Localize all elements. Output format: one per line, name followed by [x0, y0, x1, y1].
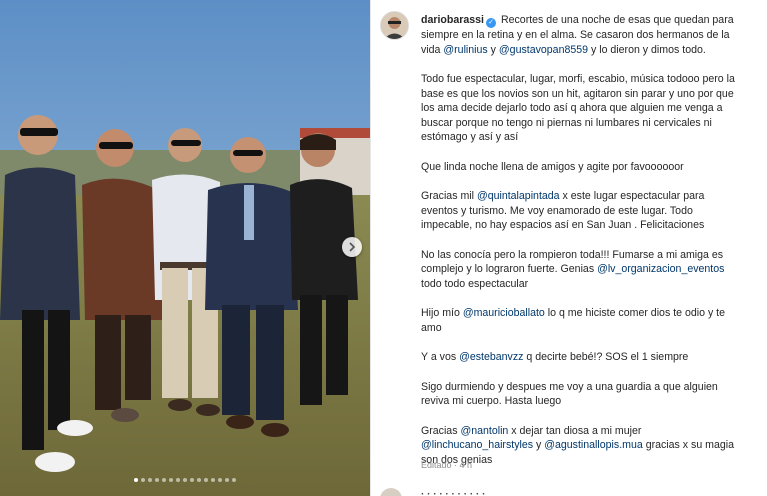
caption-paragraph-1: dariobarassi ✓ Recortes de una noche de e…	[421, 13, 736, 57]
caption-paragraph-4: Gracias mil @quintalapintada x este luga…	[421, 189, 736, 233]
mention-link[interactable]: @mauricioballato	[463, 307, 545, 319]
carousel-dot	[134, 478, 138, 482]
wedding-group-photo	[0, 0, 370, 496]
caption-text: y	[490, 43, 496, 56]
mention-link[interactable]: @quintalapintada	[477, 190, 560, 202]
carousel-dot	[176, 478, 180, 482]
carousel-dot	[211, 478, 215, 482]
carousel-dot	[218, 478, 222, 482]
avatar[interactable]	[380, 11, 409, 40]
mention-link[interactable]: @agustinallopis.mua	[544, 439, 643, 451]
caption-paragraph-2: Todo fue espectacular, lugar, morfi, esc…	[421, 73, 735, 143]
caption-text: x dejar tan diosa a mi mujer	[511, 424, 642, 437]
mention-link[interactable]: @linchucano_hairstyles	[421, 439, 533, 451]
mention-link[interactable]: @nantolin	[460, 425, 508, 437]
carousel-next-button[interactable]	[342, 237, 362, 257]
caption-paragraph-8: Sigo durmiendo y despues me voy a una gu…	[421, 380, 718, 408]
username-link[interactable]: dariobarassi	[421, 14, 484, 26]
caption-panel: dariobarassi ✓ Recortes de una noche de e…	[370, 0, 767, 496]
carousel-indicator	[0, 478, 370, 482]
caption-paragraph-6: Hijo mío @mauricioballato lo q me hicist…	[421, 306, 736, 335]
caption-text: y lo dieron y dimos todo.	[590, 43, 706, 56]
timestamp[interactable]: 4 h	[460, 460, 473, 470]
next-comment: · · · · · · · · · · ·	[380, 488, 760, 496]
post-meta: Editado · 4 h	[421, 460, 473, 470]
mention-link[interactable]: @lv_organizacion_eventos	[597, 263, 724, 275]
caption-paragraph-3: Que linda noche llena de amigos y agite …	[421, 160, 684, 173]
comment-text: · · · · · · · · · · ·	[421, 489, 486, 496]
carousel-dot	[148, 478, 152, 482]
carousel-dot	[155, 478, 159, 482]
mention-link[interactable]: @estebanvzz	[459, 351, 523, 363]
caption-text: todo todo espectacular	[421, 277, 529, 290]
caption-paragraph-7: Y a vos @estebanvzz q decirte bebé!? SOS…	[421, 350, 736, 365]
profile-photo	[381, 12, 408, 39]
post-caption: dariobarassi ✓ Recortes de una noche de e…	[421, 13, 736, 482]
caption-text: q decirte bebé!? SOS el 1 siempre	[526, 351, 689, 363]
caption-text: Gracias mil	[421, 190, 474, 202]
avatar[interactable]	[380, 488, 402, 496]
caption-text: Hijo mío	[421, 307, 460, 319]
caption-text: y	[536, 439, 542, 451]
post-photo[interactable]	[0, 0, 370, 496]
carousel-dot	[183, 478, 187, 482]
carousel-dot	[190, 478, 194, 482]
instagram-post: dariobarassi ✓ Recortes de una noche de e…	[0, 0, 767, 496]
verified-badge-icon: ✓	[486, 18, 497, 28]
carousel-dot	[204, 478, 208, 482]
mention-link[interactable]: @rulinius	[443, 44, 487, 56]
carousel-dot	[225, 478, 229, 482]
caption-paragraph-5: No las conocía pero la rompieron toda!!!…	[421, 248, 736, 292]
carousel-dot	[169, 478, 173, 482]
carousel-dot	[197, 478, 201, 482]
mention-link[interactable]: @gustavopan8559	[499, 44, 588, 56]
carousel-dot	[232, 478, 236, 482]
caption-text: Y a vos	[421, 351, 457, 363]
chevron-right-icon	[349, 242, 356, 252]
caption-text: Gracias	[421, 424, 458, 437]
carousel-dot	[141, 478, 145, 482]
edited-label: Editado	[421, 460, 452, 470]
carousel-dot	[162, 478, 166, 482]
